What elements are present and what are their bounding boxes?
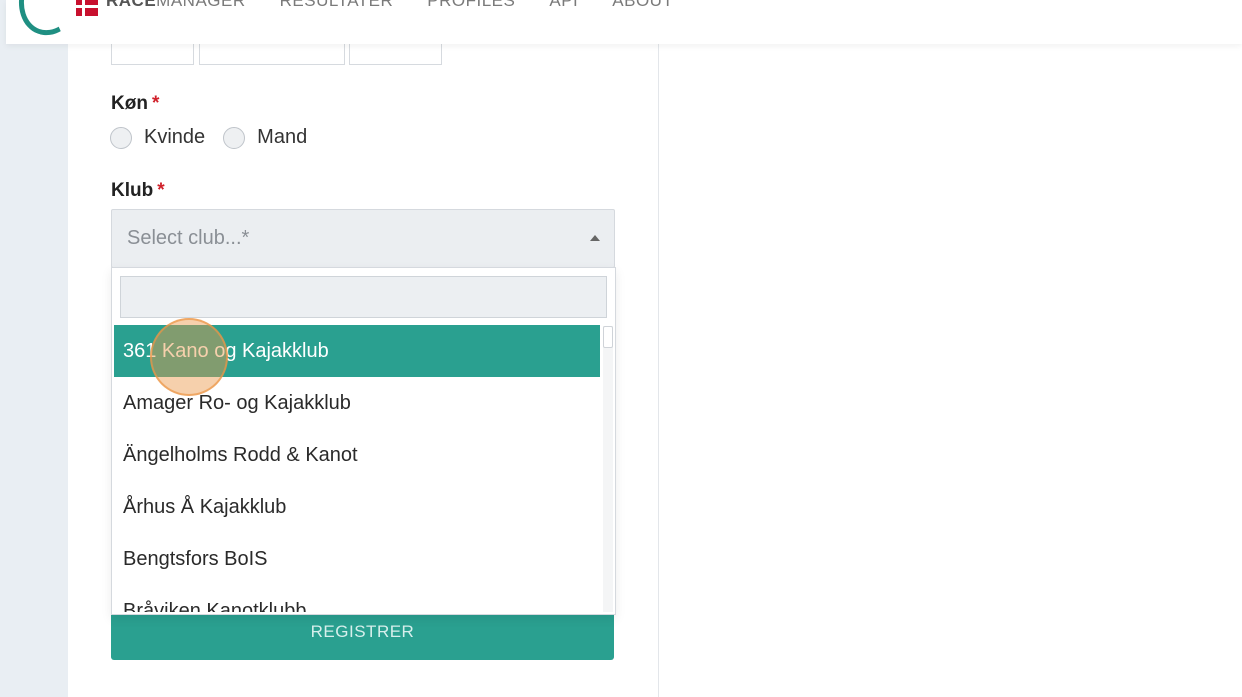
left-sidebar-strip — [0, 0, 68, 697]
nav-item-api[interactable]: API — [549, 0, 578, 11]
nav-links: RACEMANAGER RESULTATER PROFILES API ABOU… — [106, 0, 673, 11]
required-asterisk: * — [151, 93, 160, 114]
club-select-placeholder: Select club...* — [127, 227, 250, 249]
caret-up-icon[interactable] — [590, 235, 600, 241]
gender-radio-mand[interactable] — [223, 126, 246, 149]
gender-option-kvinde-label[interactable]: Kvinde — [144, 126, 205, 149]
nav-item-resultater[interactable]: RESULTATER — [280, 0, 394, 11]
gender-label: Køn * — [111, 93, 160, 114]
gender-radio-group: Kvinde Mand — [110, 126, 325, 149]
dropdown-scrollbar[interactable] — [603, 326, 613, 612]
club-search-input[interactable] — [120, 276, 607, 318]
club-option[interactable]: Ängelholms Rodd & Kanot — [114, 429, 600, 481]
dropdown-scrollbar-thumb[interactable] — [603, 326, 613, 348]
club-option[interactable]: Århus Å Kajakklub — [114, 481, 600, 533]
gender-radio-kvinde[interactable] — [110, 126, 132, 149]
club-select[interactable]: Select club...* — [111, 209, 615, 268]
danish-flag-icon — [76, 0, 98, 16]
required-asterisk: * — [157, 180, 165, 201]
club-option[interactable]: Bengtsfors BoIS — [114, 533, 600, 585]
club-label: Klub * — [111, 180, 165, 201]
right-pane — [659, 44, 1242, 697]
nav-brand-racemanager[interactable]: RACEMANAGER — [106, 0, 246, 11]
club-option[interactable]: Bråviken Kanotklubb — [114, 585, 600, 612]
gender-option-mand-label[interactable]: Mand — [257, 126, 307, 149]
nav-item-profiles[interactable]: PROFILES — [427, 0, 515, 11]
nav-item-about[interactable]: ABOUT — [612, 0, 673, 11]
click-indicator — [150, 318, 228, 396]
top-navigation-bar: RACEMANAGER RESULTATER PROFILES API ABOU… — [6, 0, 1242, 44]
